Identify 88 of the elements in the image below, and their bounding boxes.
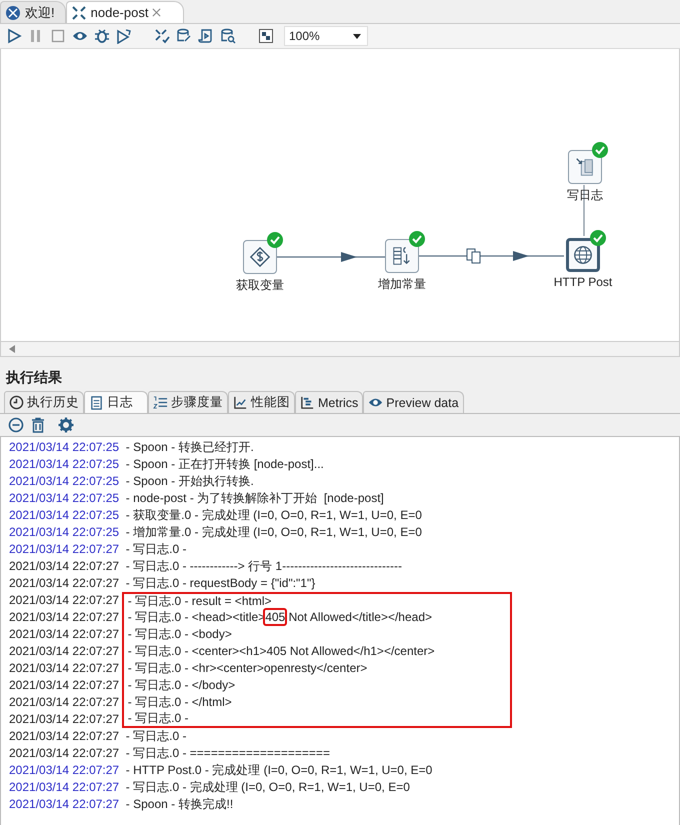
log-timestamp: 2021/03/14 22:07:27	[9, 610, 120, 624]
step-label: 增加常量	[377, 276, 427, 293]
log-message: - Spoon - 转换已经打开.	[124, 439, 254, 456]
result-tab[interactable]: 性能图	[228, 391, 295, 413]
log-message: - 写日志.0 - result = <html>	[122, 592, 512, 609]
scroll-left-icon[interactable]	[9, 345, 15, 353]
horizontal-scrollbar[interactable]	[0, 341, 680, 357]
check-transformation-icon[interactable]	[154, 28, 170, 44]
log-message: - 写日志.0 - <hr><center>openresty</center>	[122, 660, 512, 677]
log-message: - 写日志.0 - <head><title>405 Not Allowed</title></head>	[122, 609, 512, 626]
log-message: - Spoon - 转换完成!!	[124, 796, 234, 813]
log-message: - 写日志.0 - requestBody = {"id":"1"}	[124, 575, 316, 592]
log-timestamp: 2021/03/14 22:07:27	[9, 695, 120, 709]
log-timestamp: 2021/03/14 22:07:25	[9, 525, 120, 539]
log-timestamp: 2021/03/14 22:07:25	[9, 491, 120, 505]
log-message: - 写日志.0 - 完成处理 (I=0, O=0, R=1, W=1, U=0, E=0	[124, 779, 410, 796]
transformation-icon	[70, 4, 87, 20]
log-timestamp: 2021/03/14 22:07:27	[9, 576, 120, 590]
log-timestamp: 2021/03/14 22:07:27	[9, 542, 120, 556]
database-search-icon[interactable]	[220, 28, 236, 44]
panel-title: 执行结果	[0, 365, 680, 389]
editor-tab[interactable]: 欢迎!	[0, 1, 66, 23]
step-node[interactable]	[385, 239, 419, 273]
gantt-icon	[300, 395, 315, 410]
notepad-icon	[89, 395, 104, 410]
copy-icon	[466, 248, 480, 264]
minus-circle-icon[interactable]	[8, 417, 24, 433]
editor-tab[interactable]: node-post	[66, 1, 184, 23]
step-label: 获取变量	[235, 277, 285, 294]
log-message: - 增加常量.0 - 完成处理 (I=0, O=0, R=1, W=1, U=0, E=0	[124, 524, 422, 541]
hop-line	[583, 185, 585, 236]
log-timestamp: 2021/03/14 22:07:25	[9, 440, 120, 454]
log-message: - 写日志.0 - <center><h1>405 Not Allowed</h1></center>	[122, 643, 512, 660]
step-label: HTTP Post	[552, 275, 614, 289]
script-icon[interactable]	[198, 28, 214, 44]
log-message: - 写日志.0 -	[122, 711, 512, 728]
log-timestamp: 2021/03/14 22:07:27	[9, 559, 120, 573]
log-timestamp: 2021/03/14 22:07:25	[9, 474, 120, 488]
clock-icon	[9, 395, 24, 410]
dollar-diamond-icon	[249, 246, 271, 268]
result-tab[interactable]: Metrics	[295, 391, 364, 413]
numbered-list-icon	[153, 395, 168, 410]
caret-icon	[353, 34, 361, 38]
log-message: - 写日志.0 -	[124, 541, 186, 558]
log-timestamp: 2021/03/14 22:07:27	[9, 729, 120, 743]
database-edit-icon[interactable]	[176, 28, 192, 44]
replay-icon[interactable]	[116, 28, 132, 44]
document-stack-icon	[574, 156, 596, 178]
result-tab[interactable]: 执行历史	[4, 391, 84, 413]
log-timestamp: 2021/03/14 22:07:27	[9, 780, 120, 794]
log-message: - 写日志.0 - <body>	[122, 626, 512, 643]
step-node[interactable]	[243, 240, 277, 274]
log-timestamp: 2021/03/14 22:07:27	[9, 627, 120, 641]
log-timestamp: 2021/03/14 22:07:27	[9, 661, 120, 675]
trash-icon[interactable]	[30, 417, 46, 433]
grid-icon[interactable]	[258, 28, 274, 44]
step-node[interactable]	[568, 150, 602, 184]
log-message: - Spoon - 正在打开转换 [node-post]...	[124, 456, 324, 473]
close-icon[interactable]	[152, 8, 162, 17]
log-timestamp: 2021/03/14 22:07:27	[9, 644, 120, 658]
log-message: - Spoon - 开始执行转换.	[124, 473, 254, 490]
step-node[interactable]	[566, 238, 600, 272]
log-message: - 写日志.0 - </body>	[122, 677, 512, 694]
log-timestamp: 2021/03/14 22:07:27	[9, 678, 120, 692]
result-tab[interactable]: 日志	[84, 391, 148, 413]
settings-icon[interactable]	[58, 417, 74, 433]
log-timestamp: 2021/03/14 22:07:27	[9, 763, 120, 777]
log-timestamp: 2021/03/14 22:07:27	[9, 797, 120, 811]
log-message: - 写日志.0 - </html>	[122, 694, 512, 711]
log-message: - 写日志.0 - ------------> 行号 1------------------------------	[124, 558, 402, 575]
log-message: - 获取变量.0 - 完成处理 (I=0, O=0, R=1, W=1, U=0, E=0	[124, 507, 422, 524]
log-message: - 写日志.0 - ====================	[124, 745, 330, 762]
stop-icon[interactable]	[50, 28, 66, 44]
result-tab[interactable]: 步骤度量	[148, 391, 228, 413]
bug-icon[interactable]	[94, 28, 110, 44]
log-timestamp: 2021/03/14 22:07:25	[9, 508, 120, 522]
run-icon[interactable]	[6, 28, 22, 44]
log-message: - HTTP Post.0 - 完成处理 (I=0, O=0, R=1, W=1, U=0, E=0	[124, 762, 432, 779]
log-timestamp: 2021/03/14 22:07:27	[9, 593, 120, 607]
log-timestamp: 2021/03/14 22:07:27	[9, 746, 120, 760]
line-chart-icon	[233, 395, 248, 410]
log-timestamp: 2021/03/14 22:07:27	[9, 712, 120, 726]
log-message: - node-post - 为了转换解除补丁开始 [node-post]	[124, 490, 384, 507]
zoom-dropdown[interactable]: 100%	[284, 26, 368, 46]
step-label: 写日志	[566, 187, 604, 204]
log-timestamp: 2021/03/14 22:07:25	[9, 457, 120, 471]
result-tab[interactable]: Preview data	[363, 391, 464, 413]
log-message: - 写日志.0 -	[124, 728, 186, 745]
